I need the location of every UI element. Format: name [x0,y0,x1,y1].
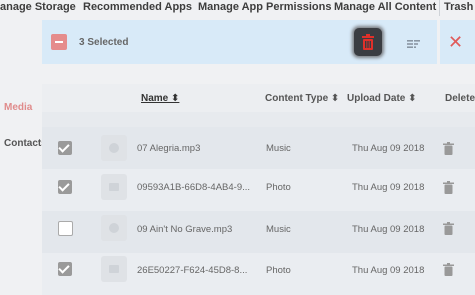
nav-manage-storage[interactable]: anage Storage [0,0,76,16]
file-name: 26E50227-F624-45D8-8... [137,265,248,276]
file-name: 09593A1B-66D8-4AB4-9... [137,182,251,193]
photo-thumbnail [101,174,127,200]
header-content-type[interactable]: Content Type ⬍ [265,93,339,104]
file-name: 07 Alegria.mp3 [137,143,201,154]
row-trash-icon[interactable] [443,181,454,194]
row-checkbox[interactable] [58,141,72,155]
row-checkbox[interactable] [58,221,73,236]
content-type: Music [266,143,291,154]
delete-selected-button[interactable] [354,28,382,56]
nav-manage-all-content[interactable]: Manage All Content [334,0,436,16]
header-delete: Delete [445,93,475,104]
sidebar-item-media[interactable]: Media [4,102,32,113]
row-checkbox[interactable] [58,180,72,194]
nav-manage-app-permissions[interactable]: Manage App Permissions [198,0,331,16]
row-trash-icon[interactable] [443,263,454,276]
close-icon[interactable]: ✕ [448,33,463,51]
header-name[interactable]: Name ⬍ [141,93,179,104]
content-type: Photo [266,265,291,276]
content-type: Photo [266,182,291,193]
nav-recommended-apps[interactable]: Recommended Apps [83,0,192,16]
row-checkbox[interactable] [58,262,72,276]
selected-count: 3 Selected [79,37,129,48]
sidebar-item-contacts[interactable]: Contacts [4,138,47,149]
nav-trash[interactable]: Trash [439,0,473,16]
row-trash-icon[interactable] [443,222,454,235]
file-name: 09 Ain't No Grave.mp3 [137,224,233,235]
deselect-all-button[interactable] [51,34,67,50]
upload-date: Thu Aug 09 2018 [352,143,425,154]
music-thumbnail [101,215,127,241]
row-trash-icon[interactable] [443,142,454,155]
upload-date: Thu Aug 09 2018 [352,224,425,235]
music-thumbnail [101,135,127,161]
photo-thumbnail [101,256,127,282]
header-upload-date[interactable]: Upload Date ⬍ [347,93,417,104]
content-type: Music [266,224,291,235]
upload-date: Thu Aug 09 2018 [352,182,425,193]
trash-icon [362,34,374,50]
sort-lines-icon[interactable] [407,36,421,54]
upload-date: Thu Aug 09 2018 [352,265,425,276]
